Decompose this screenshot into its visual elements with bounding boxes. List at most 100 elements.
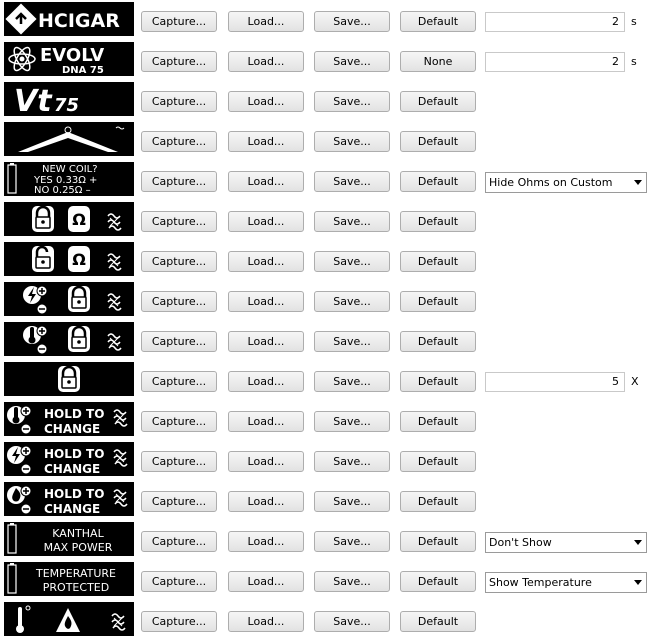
duration-input[interactable]: 5 [485,372,625,392]
load-button[interactable]: Load... [228,211,304,232]
save-button[interactable]: Save... [314,331,390,352]
capture-button[interactable]: Capture... [141,451,217,472]
screen-row: HCIGAR Capture... Load... Save... Default 2 s [0,2,653,38]
screen-preview-kanthal: KANTHAL MAX POWER [4,522,134,556]
capture-button[interactable]: Capture... [141,251,217,272]
default-button[interactable]: Default [400,211,476,232]
load-button[interactable]: Load... [228,491,304,512]
unit-label: s [631,15,637,28]
default-button[interactable]: Default [400,571,476,592]
capture-button[interactable]: Capture... [141,291,217,312]
screen-preview-temperature: TEMPERATURE PROTECTED [4,562,134,596]
screen-preview-lock-only [4,362,134,396]
svg-text:EVOLV: EVOLV [40,45,104,66]
chevron-down-icon [634,540,642,545]
default-button[interactable]: Default [400,331,476,352]
load-button[interactable]: Load... [228,571,304,592]
default-button[interactable]: Default [400,411,476,432]
load-button[interactable]: Load... [228,51,304,72]
save-button[interactable]: Save... [314,291,390,312]
load-button[interactable]: Load... [228,411,304,432]
duration-input[interactable]: 2 [485,52,625,72]
unit-label: X [631,375,639,388]
capture-button[interactable]: Capture... [141,411,217,432]
capture-button[interactable]: Capture... [141,211,217,232]
capture-button[interactable]: Capture... [141,11,217,32]
save-button[interactable]: Save... [314,451,390,472]
default-button[interactable]: Default [400,11,476,32]
load-button[interactable]: Load... [228,531,304,552]
default-button[interactable]: Default [400,251,476,272]
screen-preview-hold-temp: HOLD TO CHANGE [4,402,134,436]
svg-text:Ω: Ω [72,250,86,269]
save-button[interactable]: Save... [314,211,390,232]
svg-text:HOLD TO: HOLD TO [44,407,104,421]
svg-text:MAX POWER: MAX POWER [44,541,113,554]
capture-button[interactable]: Capture... [141,571,217,592]
capture-button[interactable]: Capture... [141,371,217,392]
default-button[interactable]: None [400,51,476,72]
screen-row: Capture... Load... Save... Default [0,122,653,158]
capture-button[interactable]: Capture... [141,531,217,552]
screen-preview-unlock-ohm: Ω [4,242,134,276]
load-button[interactable]: Load... [228,611,304,632]
screen-row: Ω Capture... Load... Save... Default [0,202,653,238]
default-button[interactable]: Default [400,171,476,192]
capture-button[interactable]: Capture... [141,91,217,112]
save-button[interactable]: Save... [314,491,390,512]
screen-preview-vt: Vt 75 [4,82,134,116]
duration-input[interactable]: 2 [485,12,625,32]
load-button[interactable]: Load... [228,11,304,32]
screen-preview-arrow [4,122,134,156]
screen-row: Capture... Load... Save... Default [0,282,653,318]
default-button[interactable]: Default [400,91,476,112]
save-button[interactable]: Save... [314,91,390,112]
svg-text:NEW COIL?: NEW COIL? [42,164,98,175]
screen-row: HOLD TO CHANGE Capture... Load... Save... Def… [0,402,653,438]
load-button[interactable]: Load... [228,251,304,272]
save-button[interactable]: Save... [314,11,390,32]
default-button[interactable]: Default [400,611,476,632]
default-button[interactable]: Default [400,291,476,312]
capture-button[interactable]: Capture... [141,331,217,352]
option-select-value: Hide Ohms on Custom [489,176,613,189]
default-button[interactable]: Default [400,131,476,152]
screen-preview-hcigar: HCIGAR [4,2,134,36]
option-select[interactable]: Don't Show [485,532,647,553]
load-button[interactable]: Load... [228,131,304,152]
load-button[interactable]: Load... [228,171,304,192]
screen-preview-battery-flame [4,602,134,636]
svg-text:NO 0.25Ω –: NO 0.25Ω – [34,185,91,196]
default-button[interactable]: Default [400,531,476,552]
preview-hcigar-text: HCIGAR [38,10,120,32]
save-button[interactable]: Save... [314,571,390,592]
option-select[interactable]: Show Temperature [485,572,647,593]
screen-row: Vt 75 Capture... Load... Save... Default [0,82,653,118]
load-button[interactable]: Load... [228,371,304,392]
save-button[interactable]: Save... [314,131,390,152]
save-button[interactable]: Save... [314,51,390,72]
capture-button[interactable]: Capture... [141,131,217,152]
screen-row: TEMPERATURE PROTECTED Capture... Load... Sav… [0,562,653,598]
save-button[interactable]: Save... [314,611,390,632]
default-button[interactable]: Default [400,371,476,392]
option-select-value: Show Temperature [489,576,592,589]
load-button[interactable]: Load... [228,331,304,352]
svg-text:CHANGE: CHANGE [44,422,100,436]
capture-button[interactable]: Capture... [141,611,217,632]
save-button[interactable]: Save... [314,251,390,272]
save-button[interactable]: Save... [314,411,390,432]
capture-button[interactable]: Capture... [141,51,217,72]
default-button[interactable]: Default [400,491,476,512]
save-button[interactable]: Save... [314,171,390,192]
option-select[interactable]: Hide Ohms on Custom [485,172,647,193]
capture-button[interactable]: Capture... [141,171,217,192]
load-button[interactable]: Load... [228,451,304,472]
default-button[interactable]: Default [400,451,476,472]
capture-button[interactable]: Capture... [141,491,217,512]
save-button[interactable]: Save... [314,531,390,552]
screen-row: Capture... Load... Save... Default [0,322,653,358]
load-button[interactable]: Load... [228,91,304,112]
load-button[interactable]: Load... [228,291,304,312]
save-button[interactable]: Save... [314,371,390,392]
